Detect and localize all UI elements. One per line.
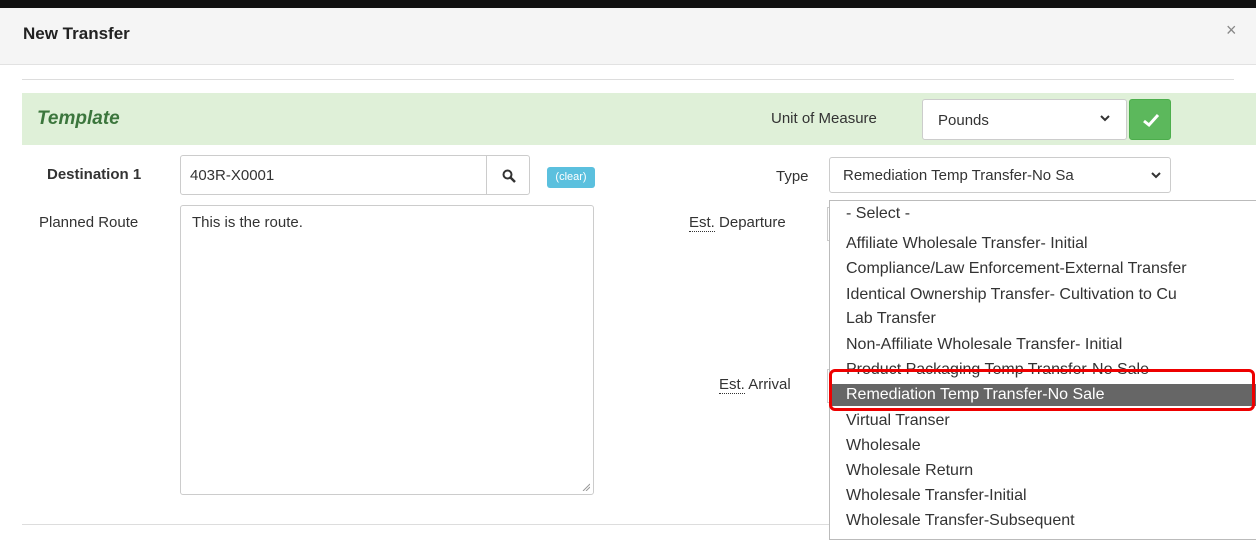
- chevron-down-icon: [1150, 169, 1162, 184]
- planned-route-textarea[interactable]: This is the route.: [180, 205, 594, 495]
- unit-of-measure-value: Pounds: [938, 112, 989, 129]
- type-option[interactable]: Wholesale Transfer-Initial: [846, 486, 1027, 506]
- unit-of-measure-select[interactable]: Pounds: [922, 99, 1127, 140]
- divider: [22, 79, 1234, 80]
- type-option[interactable]: Wholesale Transfer-Subsequent: [846, 511, 1075, 531]
- est-abbreviation: Est.: [689, 214, 715, 232]
- destination-label: Destination 1: [47, 166, 142, 183]
- type-select[interactable]: Remediation Temp Transfer-No Sa: [829, 157, 1171, 193]
- type-option[interactable]: Affiliate Wholesale Transfer- Initial: [846, 234, 1088, 254]
- apply-unit-button[interactable]: [1129, 99, 1171, 140]
- unit-of-measure-label: Unit of Measure: [771, 110, 877, 127]
- type-option[interactable]: Virtual Transer: [846, 411, 950, 431]
- destination-input[interactable]: 403R-X0001: [180, 155, 487, 195]
- planned-route-label: Planned Route: [39, 214, 139, 231]
- type-option[interactable]: Wholesale: [846, 436, 921, 456]
- template-title: Template: [37, 108, 120, 129]
- search-icon: [502, 169, 516, 183]
- type-option[interactable]: Compliance/Law Enforcement-External Tran…: [846, 259, 1187, 279]
- est-arrival-label: Est. Arrival: [719, 376, 791, 394]
- departure-text: Departure: [719, 214, 786, 231]
- close-icon[interactable]: ×: [1226, 20, 1237, 41]
- type-option[interactable]: Lab Transfer: [846, 309, 936, 329]
- divider: [22, 524, 832, 525]
- checkmark-icon: [1143, 113, 1160, 128]
- highlight-outline: [829, 369, 1255, 411]
- destination-value: 403R-X0001: [190, 167, 275, 184]
- resize-grip-icon[interactable]: [582, 483, 590, 491]
- window-top-edge: [0, 0, 1256, 8]
- destination-search-button[interactable]: [486, 155, 530, 195]
- type-value: Remediation Temp Transfer-No Sa: [843, 167, 1074, 184]
- dialog-title: New Transfer: [23, 24, 130, 43]
- type-option[interactable]: - Select -: [846, 204, 910, 224]
- chevron-down-icon: [1099, 112, 1111, 127]
- arrival-text: Arrival: [748, 376, 791, 393]
- type-option[interactable]: Identical Ownership Transfer- Cultivatio…: [846, 285, 1177, 305]
- est-abbreviation: Est.: [719, 376, 745, 394]
- est-departure-label: Est. Departure: [689, 214, 786, 232]
- planned-route-value: This is the route.: [192, 214, 303, 231]
- clear-destination-button[interactable]: (clear): [547, 167, 595, 188]
- dialog-header: New Transfer ×: [0, 8, 1256, 65]
- type-option[interactable]: Wholesale Return: [846, 461, 973, 481]
- type-option[interactable]: Non-Affiliate Wholesale Transfer- Initia…: [846, 335, 1122, 355]
- type-label: Type: [776, 168, 809, 185]
